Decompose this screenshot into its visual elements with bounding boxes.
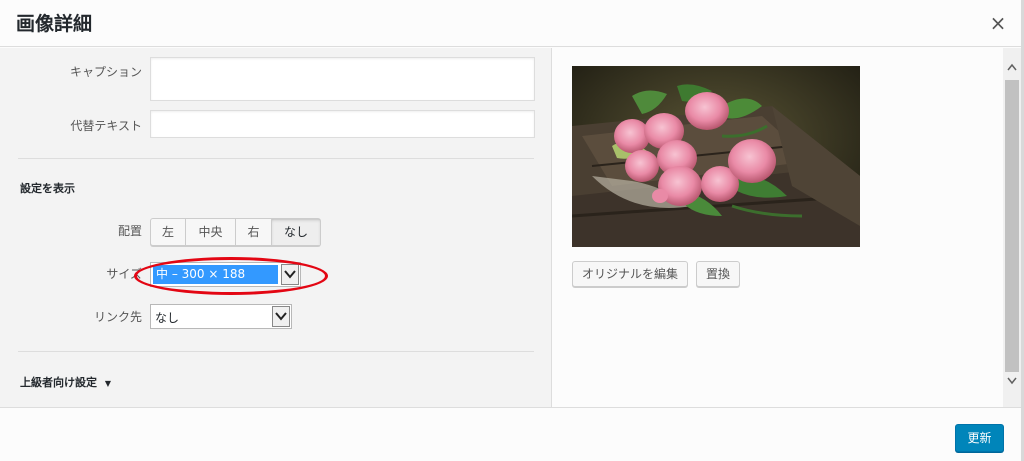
divider [18,158,534,159]
chevron-down-icon [281,264,299,285]
dialog-header: 画像詳細 × [0,0,1024,47]
dialog-title: 画像詳細 [16,13,93,35]
align-button-group: 左 中央 右 なし [150,218,321,246]
update-button[interactable]: 更新 [955,424,1004,452]
advanced-settings-toggle[interactable]: 上級者向け設定 ▼ [20,374,111,390]
triangle-down-icon: ▼ [104,379,111,388]
dialog-footer: 更新 [0,407,1024,461]
edit-original-button[interactable]: オリジナルを編集 [572,261,689,287]
close-icon[interactable]: × [986,11,1010,35]
scroll-up-icon[interactable] [1003,60,1021,78]
align-center-button[interactable]: 中央 [186,219,236,245]
scroll-thumb[interactable] [1005,80,1019,372]
size-label: サイズ [106,267,142,281]
chevron-down-icon [272,306,290,327]
size-select[interactable]: 中 – 300 × 188 [150,262,301,287]
caption-input[interactable] [150,57,535,101]
settings-pane: キャプション 代替テキスト 設定を表示 配置 左 中央 右 なし サイズ 中 –… [0,48,552,407]
replace-button[interactable]: 置換 [696,261,741,287]
align-left-button[interactable]: 左 [151,219,186,245]
divider [18,351,534,352]
caption-label: キャプション [69,65,142,79]
advanced-settings-label: 上級者向け設定 [20,376,97,389]
link-label: リンク先 [93,310,142,324]
alt-text-label: 代替テキスト [70,119,142,133]
preview-pane: オリジナルを編集 置換 [553,48,1003,407]
link-selected-value: なし [155,311,180,325]
display-settings-heading: 設定を表示 [20,182,75,195]
align-none-button[interactable]: なし [272,219,320,245]
align-label: 配置 [117,224,142,238]
scroll-down-icon[interactable] [1003,374,1021,392]
scrollbar[interactable] [1003,48,1021,407]
align-right-button[interactable]: 右 [236,219,272,245]
alt-text-input[interactable] [150,110,535,138]
image-preview [572,66,860,247]
link-select[interactable]: なし [150,304,292,329]
size-selected-value: 中 – 300 × 188 [153,265,278,284]
